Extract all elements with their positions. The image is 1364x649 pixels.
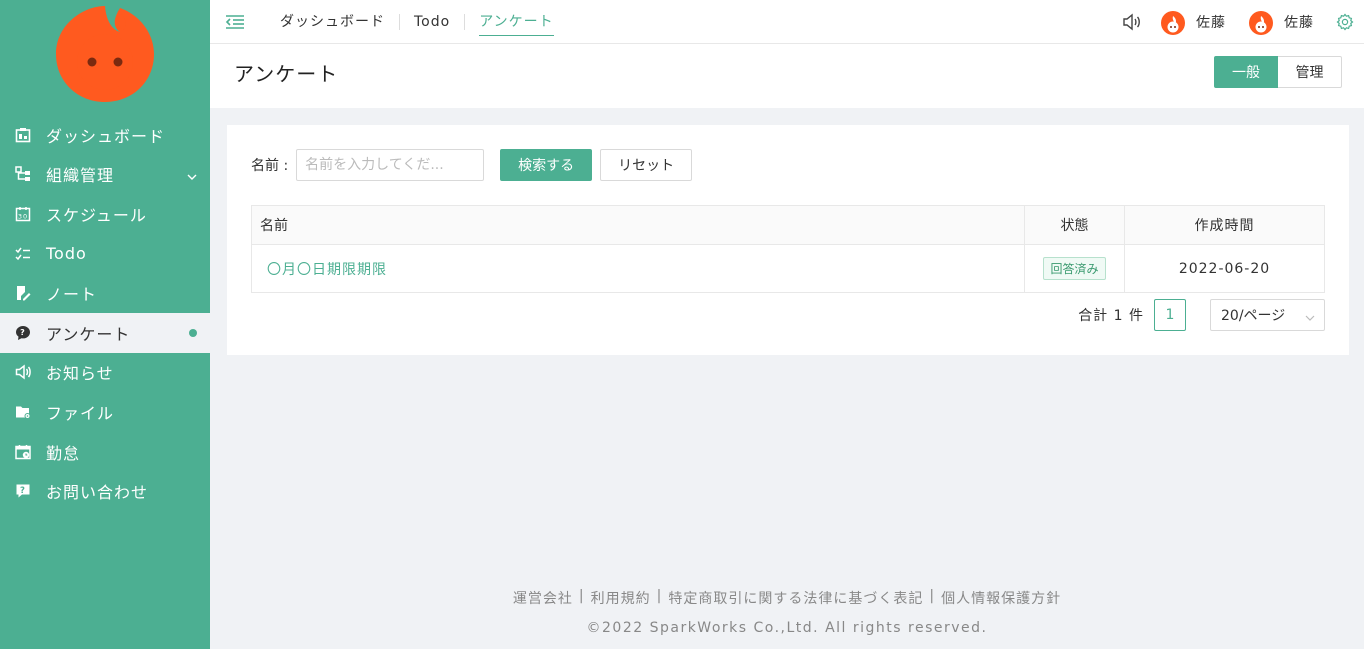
tab-label: アンケート [479,13,554,36]
sidebar-item-org[interactable]: 組織管理 [0,155,210,195]
checklist-icon [14,245,32,263]
tab-survey[interactable]: アンケート [464,13,567,36]
admin-mode-button[interactable]: 管理 [1278,56,1342,88]
svg-text:?: ? [20,328,26,337]
survey-title-link[interactable]: 〇月〇日期限期限 [260,262,387,278]
sidebar-item-label: お問い合わせ [46,483,149,503]
tab-label: Todo [414,13,451,30]
reset-button[interactable]: リセット [600,149,693,181]
copyright: ©2022 SparkWorks Co.,Ltd. All rights res… [586,620,988,636]
sidebar-item-notice[interactable]: お知らせ [0,353,210,393]
sidebar-item-label: お知らせ [46,364,114,384]
sidebar-item-label: 組織管理 [46,166,115,186]
page-size-value: 20/ページ [1221,308,1286,324]
attendance-icon [14,443,32,461]
sidebar: ダッシュボード 組織管理 30 スケジュール Todo ノート ? アンケート … [0,0,210,649]
flame-mascot-logo [56,6,154,102]
dashboard-icon [14,126,32,144]
avatar [1161,11,1185,35]
survey-icon: ? [14,324,32,342]
page-number-button[interactable]: 1 [1154,299,1186,331]
cell-created: 2022-06-20 [1178,260,1271,277]
sidebar-item-label: ダッシュボード [46,126,166,146]
table-header-row: 名前 状態 作成時間 [251,205,1325,245]
top-right-actions: 佐藤 佐藤 [1122,0,1354,44]
column-header-status: 状態 [1024,205,1125,245]
sidebar-item-label: 勤怠 [46,443,81,463]
sidebar-item-label: Todo [46,244,87,264]
general-mode-button[interactable]: 一般 [1214,56,1278,88]
page-header: アンケート 一般 管理 [210,44,1364,108]
sidebar-item-attendance[interactable]: 勤怠 [0,432,210,472]
status-badge: 回答済み [1043,257,1106,280]
active-indicator-dot [189,328,197,337]
column-header-name: 名前 [251,205,1025,245]
settings-button[interactable] [1336,13,1354,31]
tab-dashboard[interactable]: ダッシュボード [270,14,399,30]
svg-text:?: ? [20,486,26,496]
total-count: 合計 1 件 [1078,308,1144,324]
sidebar-item-label: ノート [46,285,98,305]
tab-todo[interactable]: Todo [399,13,464,30]
menu-fold-icon [225,14,244,29]
note-icon [14,284,32,302]
user-name: 佐藤 [1284,15,1314,31]
calendar-icon: 30 [14,205,32,223]
speaker-icon [14,363,32,381]
view-mode-toggle: 一般 管理 [1214,56,1342,88]
user-menu[interactable]: 佐藤 [1248,9,1314,35]
footer-link-privacy[interactable]: 個人情報保護方針 [935,588,1067,608]
sidebar-item-dashboard[interactable]: ダッシュボード [0,115,210,155]
chevron-down-icon[interactable] [186,168,198,187]
top-bar: ダッシュボード Todo アンケート 佐藤 佐藤 [210,0,1364,44]
folder-icon [14,403,32,421]
speaker-icon [1123,13,1140,31]
footer-links: 運営会社 | 利用規約 | 特定商取引に関する法律に基づく表記 | 個人情報保護… [210,588,1364,608]
inquiry-icon: ? [14,482,32,500]
search-button[interactable]: 検索する [500,149,593,181]
footer-link-company[interactable]: 運営会社 [507,588,579,608]
svg-text:30: 30 [18,212,28,220]
org-icon [14,165,32,183]
pagination: 合計 1 件 1 20/ページ [1078,299,1325,331]
sidebar-item-label: アンケート [46,324,131,344]
sidebar-item-inquiry[interactable]: ? お問い合わせ [0,471,210,511]
notification-button[interactable] [1122,13,1142,31]
gear-icon [1336,13,1354,31]
user-menu[interactable]: 佐藤 [1160,9,1226,35]
footer-link-terms[interactable]: 利用規約 [585,588,657,608]
sidebar-item-file[interactable]: ファイル [0,392,210,432]
logo[interactable] [0,0,210,110]
table-row: 〇月〇日期限期限 回答済み 2022-06-20 [251,244,1325,293]
name-field-label: 名前 : [251,158,289,174]
column-header-created: 作成時間 [1124,205,1325,245]
sidebar-item-label: ファイル [46,403,115,423]
sidebar-item-todo[interactable]: Todo [0,234,210,274]
sidebar-item-schedule[interactable]: 30 スケジュール [0,194,210,234]
page-size-select[interactable]: 20/ページ [1210,299,1325,331]
avatar [1249,11,1273,35]
chevron-down-icon [1304,311,1316,327]
footer: 運営会社 | 利用規約 | 特定商取引に関する法律に基づく表記 | 個人情報保護… [210,588,1364,636]
sidebar-collapse-button[interactable] [225,12,245,32]
sidebar-item-label: スケジュール [46,205,147,225]
sidebar-item-note[interactable]: ノート [0,273,210,313]
sidebar-item-survey[interactable]: ? アンケート [0,312,210,353]
tab-label: ダッシュボード [280,13,385,30]
survey-table: 名前 状態 作成時間 〇月〇日期限期限 回答済み 2022-06-20 [251,205,1325,293]
cell-name: 〇月〇日期限期限 [251,244,1025,293]
user-name: 佐藤 [1196,15,1226,31]
cell-status: 回答済み [1024,244,1125,293]
page-title: アンケート [234,62,339,86]
footer-link-commerce-law[interactable]: 特定商取引に関する法律に基づく表記 [662,588,929,608]
sidebar-menu: ダッシュボード 組織管理 30 スケジュール Todo ノート ? アンケート … [0,115,210,511]
tab-bar: ダッシュボード Todo アンケート [270,0,568,44]
search-form: 名前 : 検索する リセット [251,149,693,181]
name-search-input[interactable] [296,149,485,181]
survey-list-card: 名前 : 検索する リセット 名前 状態 作成時間 〇月〇日期限期限 回答済み … [227,125,1349,355]
